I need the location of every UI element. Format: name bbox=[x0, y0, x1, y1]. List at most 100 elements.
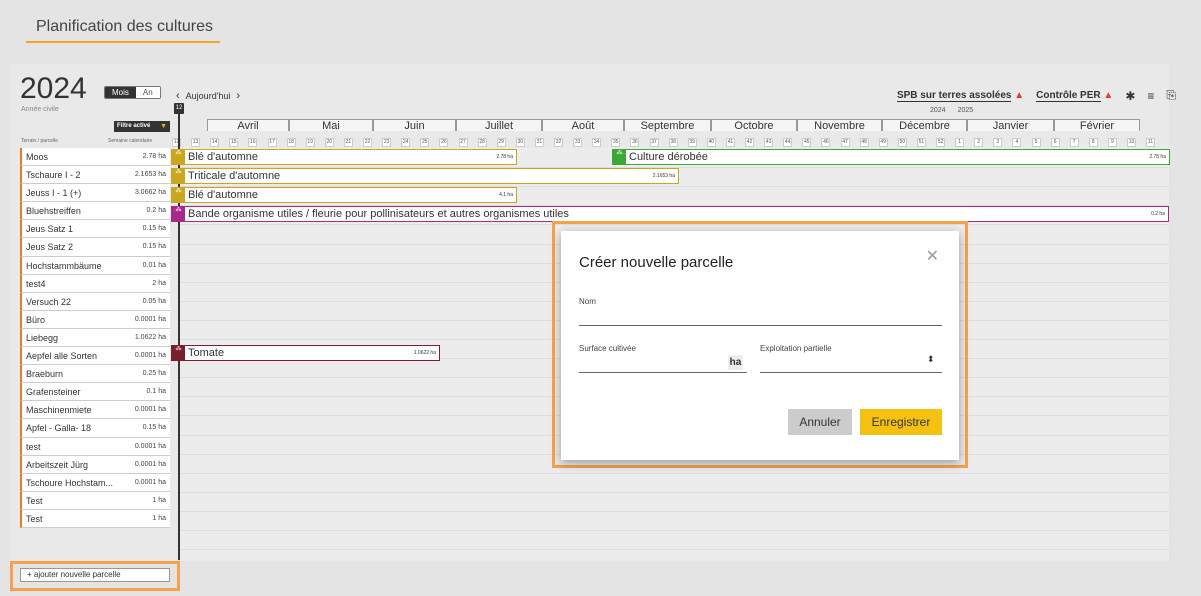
year-end: 2025 bbox=[957, 107, 974, 114]
spb-link[interactable]: SPB sur terres assolées bbox=[896, 90, 1012, 102]
week-label: 21 bbox=[343, 138, 353, 147]
week-label: 8 bbox=[1088, 138, 1098, 147]
year-display: 2024 bbox=[20, 72, 87, 105]
parcel-row[interactable]: Tschoure Hochstam... 0.0001 ha bbox=[20, 473, 170, 492]
parcel-row[interactable]: Liebegg 1.0622 ha bbox=[20, 328, 170, 348]
parcel-area: 1 ha bbox=[152, 514, 166, 522]
parcel-name: Jeus Satz 2 bbox=[26, 242, 74, 253]
parcel-row[interactable]: Maschinenmiete 0.0001 ha bbox=[20, 401, 170, 420]
sort-icon[interactable]: ≡ bbox=[1147, 89, 1154, 103]
parcel-area: 2.78 ha bbox=[142, 153, 166, 160]
week-label: 28 bbox=[477, 138, 487, 147]
parcel-row[interactable]: Jeuss I - 1 (+) 3.0662 ha bbox=[20, 184, 170, 203]
month-label: Avril bbox=[207, 119, 289, 132]
per-control-link[interactable]: Contrôle PER bbox=[1036, 90, 1101, 102]
week-label: 1 bbox=[955, 138, 965, 147]
parcel-name: Test bbox=[26, 513, 43, 524]
week-label: 30 bbox=[515, 138, 525, 147]
parcel-row[interactable]: test 0.0001 ha bbox=[20, 437, 170, 456]
parcel-area: 0.25 ha bbox=[142, 370, 166, 378]
crop-bar[interactable]: ⁂ Bande organisme utiles / fleurie pour p… bbox=[171, 206, 1169, 222]
warning-icon: ▲ bbox=[1103, 90, 1114, 101]
crop-icon: ⁂ bbox=[172, 169, 185, 183]
chevron-right-icon[interactable]: › bbox=[236, 90, 240, 102]
row-gridline bbox=[180, 491, 1169, 493]
week-label: 34 bbox=[592, 138, 602, 147]
view-month-button[interactable]: Mois bbox=[105, 87, 136, 98]
week-label: 15 bbox=[229, 138, 239, 147]
filter-label: Filtre activé bbox=[117, 123, 151, 129]
week-label: 9 bbox=[1107, 138, 1117, 147]
parcel-name: Versuch 22 bbox=[26, 296, 72, 307]
week-label: 39 bbox=[687, 138, 697, 147]
crop-name: Blé d'automne bbox=[188, 189, 258, 201]
crop-bar[interactable]: ⁂ Blé d'automne 2.78 ha bbox=[171, 149, 517, 165]
surface-input[interactable] bbox=[579, 355, 747, 373]
week-column-header: Semaine calendaire bbox=[108, 138, 153, 144]
today-button[interactable]: Aujourd'hui bbox=[186, 91, 231, 101]
cancel-button[interactable]: Annuler bbox=[788, 409, 852, 435]
week-label: 44 bbox=[783, 138, 793, 147]
parcel-row[interactable]: Aepfel alle Sorten 0.0001 ha bbox=[20, 347, 170, 366]
week-label: 14 bbox=[210, 138, 220, 147]
close-icon[interactable]: ✕ bbox=[926, 246, 939, 266]
name-input[interactable] bbox=[579, 308, 942, 326]
toolbar-right: SPB sur terres assolées ▲ Contrôle PER ▲… bbox=[896, 88, 1176, 103]
title-bar: Planification des cultures bbox=[0, 0, 1201, 48]
week-label: 11 bbox=[1146, 138, 1156, 147]
parcel-row[interactable]: test4 2 ha bbox=[20, 274, 170, 293]
parcel-row[interactable]: Apfel - Galla- 18 0.15 ha bbox=[20, 419, 170, 438]
export-icon[interactable]: ⎘ bbox=[1166, 88, 1176, 103]
add-parcel-button[interactable]: + ajouter nouvelle parcelle bbox=[20, 568, 170, 582]
parcel-row[interactable]: Jeus Satz 1 0.15 ha bbox=[20, 220, 170, 239]
parcel-column-header: Terrain / parcelle bbox=[21, 138, 58, 144]
partial-select[interactable] bbox=[760, 355, 942, 373]
parcel-row[interactable]: Grafensteiner 0.1 ha bbox=[20, 383, 170, 402]
filter-active-button[interactable]: Filtre activé ▼ bbox=[114, 121, 170, 132]
parcel-row[interactable]: Test 1 ha bbox=[20, 509, 170, 528]
week-label: 26 bbox=[439, 138, 449, 147]
crop-bar[interactable]: ⁂ Triticale d'automne 2.1653 ha bbox=[171, 168, 679, 184]
parcel-area: 0.01 ha bbox=[142, 261, 166, 269]
view-year-button[interactable]: An bbox=[135, 87, 160, 98]
crop-name: Triticale d'automne bbox=[188, 170, 281, 182]
month-label: Décembre bbox=[882, 119, 967, 132]
week-label: 36 bbox=[630, 138, 640, 147]
crop-icon: ⁂ bbox=[172, 207, 185, 221]
parcel-name: Büro bbox=[26, 314, 46, 325]
parcel-row[interactable]: Versuch 22 0.05 ha bbox=[20, 292, 170, 311]
parcel-row[interactable]: Bluehstreiffen 0.2 ha bbox=[20, 202, 170, 221]
month-label: Octobre bbox=[711, 119, 797, 132]
crop-icon: ⁂ bbox=[172, 188, 185, 202]
save-button[interactable]: Enregistrer bbox=[860, 409, 942, 435]
parcel-row[interactable]: Büro 0.0001 ha bbox=[20, 310, 170, 329]
week-label: 2 bbox=[974, 138, 984, 147]
crop-bar[interactable]: ⁂ Tomate 1.0622 ha bbox=[171, 345, 440, 361]
week-label: 27 bbox=[458, 138, 468, 147]
crop-name: Blé d'automne bbox=[188, 151, 258, 163]
week-label: 24 bbox=[401, 138, 411, 147]
parcel-name: test bbox=[26, 441, 41, 452]
week-label: 46 bbox=[821, 138, 831, 147]
parcel-row[interactable]: Test 1 ha bbox=[20, 491, 170, 510]
parcel-row[interactable]: Jeus Satz 2 0.15 ha bbox=[20, 238, 170, 257]
parcel-row[interactable]: Hochstammbäume 0.01 ha bbox=[20, 256, 170, 275]
parcel-name: Arbeitszeit Jürg bbox=[26, 459, 89, 470]
parcel-area: 0.0001 ha bbox=[134, 478, 166, 486]
parcel-area: 1.0622 ha bbox=[134, 333, 166, 341]
parcel-row[interactable]: Braeburn 0.25 ha bbox=[20, 365, 170, 384]
chevron-left-icon[interactable]: ‹ bbox=[176, 90, 180, 102]
view-toggle: Mois An bbox=[104, 86, 161, 99]
crop-bar[interactable]: ⁂ Blé d'automne 4.1 ha bbox=[171, 187, 517, 203]
crop-bar[interactable]: ⁂ Culture dérobée 2.78 ha bbox=[612, 149, 1170, 165]
week-label: 10 bbox=[1127, 138, 1136, 147]
parcel-row[interactable]: Tschaure I - 2 2.1653 ha bbox=[20, 166, 170, 185]
parcel-name: Tschoure Hochstam... bbox=[26, 477, 114, 488]
parcel-row[interactable]: Moos 2.78 ha bbox=[20, 148, 170, 167]
week-label: 16 bbox=[248, 138, 258, 147]
parcel-row[interactable]: Arbeitszeit Jürg 0.0001 ha bbox=[20, 455, 170, 474]
row-gridline bbox=[180, 472, 1169, 474]
parcel-area: 0.1 ha bbox=[146, 388, 166, 396]
gear-icon[interactable]: ✱ bbox=[1125, 89, 1135, 103]
month-label: Juin bbox=[373, 119, 456, 132]
